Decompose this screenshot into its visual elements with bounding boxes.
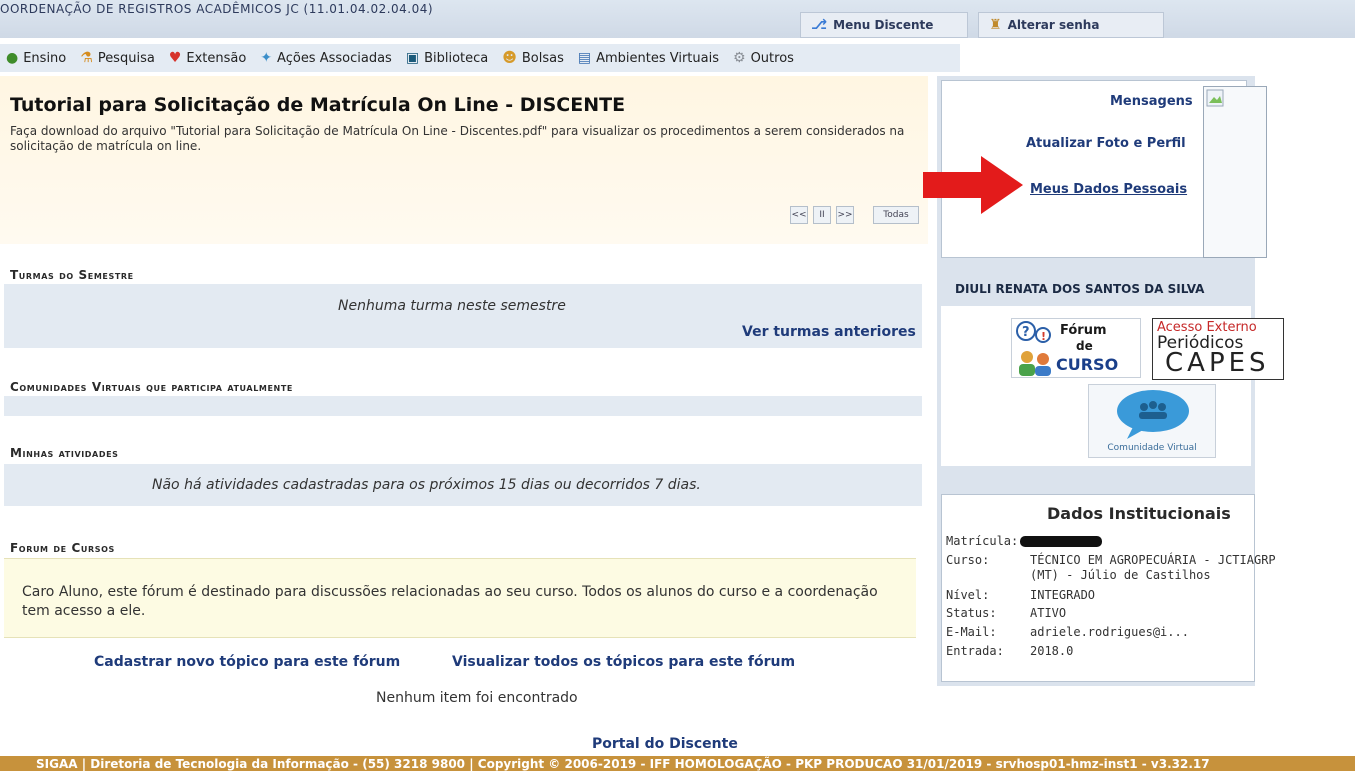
entrada-value: 2018.0 [1030,644,1074,658]
atividades-title: Minhas atividades [10,446,119,460]
atualizar-foto-link[interactable]: Atualizar Foto e Perfil [1026,136,1186,151]
curso-label: Curso: [946,553,990,567]
department-title: OORDENAÇÃO DE REGISTROS ACADÊMICOS JC (1… [0,2,434,16]
flask-icon: ⚗ [80,50,93,66]
top-bar: OORDENAÇÃO DE REGISTROS ACADÊMICOS JC (1… [0,0,1355,38]
puzzle-icon: ✦ [260,50,273,66]
library-icon: ▣ [405,50,420,66]
menu-ambientes-label: Ambientes Virtuais [596,50,719,66]
footer-text: SIGAA | Diretoria de Tecnologia da Infor… [36,757,1210,771]
curso-value-2: (MT) - Júlio de Castilhos [1030,568,1211,582]
user-key-icon: ♜ [989,17,1002,33]
visualizar-topicos-link[interactable]: Visualizar todos os tópicos para este fó… [452,654,795,670]
menu-biblioteca-label: Biblioteca [424,50,489,66]
notice-title: Tutorial para Solicitação de Matrícula O… [10,94,626,116]
alterar-senha-label: Alterar senha [1007,18,1100,32]
entrada-label: Entrada: [946,644,1004,658]
curso-value-1: TÉCNICO EM AGROPECUÁRIA - JCTIAGRP [1030,553,1276,567]
comunidade-logo-label: Comunidade Virtual [1107,443,1197,453]
email-value: adriele.rodrigues@i... [1030,625,1189,639]
menu-bolsas-label: Bolsas [521,50,564,66]
email-label: E-Mail: [946,625,997,639]
menu-ensino[interactable]: ● Ensino [6,50,66,66]
speech-bubble-icon [1117,390,1189,439]
pager-first-button[interactable]: << [790,206,808,224]
comunidades-band [4,396,922,416]
forum-text: Caro Aluno, este fórum é destinado para … [22,584,878,619]
pager-next-button[interactable]: >> [836,206,854,224]
forum-notice: Caro Aluno, este fórum é destinado para … [4,558,916,638]
menu-discente-label: Menu Discente [833,18,934,32]
network-icon: ▤ [577,50,592,66]
notice-panel: Tutorial para Solicitação de Matrícula O… [0,76,928,244]
status-label: Status: [946,606,997,620]
gear-icon: ⚙ [733,50,746,66]
user-icon: ☻ [502,50,517,66]
menu-extensao-label: Extensão [186,50,247,66]
mensagens-link[interactable]: Mensagens [1110,94,1193,109]
menu-discente-button[interactable]: ⎇ Menu Discente [800,12,968,38]
menu-bolsas[interactable]: ☻ Bolsas [502,50,564,66]
svg-text:!: ! [1041,330,1046,343]
comunidade-virtual-logo[interactable]: Comunidade Virtual [1088,384,1216,458]
pager-all-button[interactable]: Todas [873,206,919,224]
matricula-label: Matrícula: [946,534,1019,548]
nivel-value: INTEGRADO [1030,588,1096,602]
institucional-title: Dados Institucionais [1047,504,1231,523]
menu-biblioteca[interactable]: ▣ Biblioteca [406,50,488,66]
meus-dados-pessoais-link[interactable]: Meus Dados Pessoais [1030,182,1187,197]
turmas-empty: Nenhuma turma neste semestre [338,298,566,314]
atividades-empty: Não há atividades cadastradas para os pr… [152,477,701,493]
comunidades-title: Comunidades Virtuais que participa atual… [10,380,293,394]
sitemap-icon: ⎇ [811,17,828,33]
forum-logo-line1: Fórum [1060,323,1107,338]
forum-logo-line2: de [1076,339,1093,353]
book-icon: ● [6,50,19,66]
broken-image-icon [1206,89,1224,107]
matricula-redacted [1020,536,1102,547]
menu-acoes-associadas[interactable]: ✦ Ações Associadas [260,50,392,66]
profile-photo [1203,86,1267,258]
menu-outros[interactable]: ⚙ Outros [733,50,794,66]
menu-pesquisa-label: Pesquisa [97,50,155,66]
svg-text:?: ? [1022,325,1030,340]
menu-ambientes-virtuais[interactable]: ▤ Ambientes Virtuais [578,50,719,66]
status-value: ATIVO [1030,606,1067,620]
alterar-senha-button[interactable]: ♜ Alterar senha [978,12,1164,38]
forum-empty: Nenhum item foi encontrado [376,690,578,706]
turmas-title: Turmas do Semestre [10,268,134,282]
portal-do-discente-link[interactable]: Portal do Discente [592,736,738,752]
nivel-label: Nível: [946,588,990,602]
ver-turmas-anteriores-link[interactable]: Ver turmas anteriores [742,324,916,340]
forum-de-curso-logo[interactable]: ? ! Fórum de CURSO [1011,318,1141,378]
forum-title: Forum de Cursos [10,541,115,555]
menu-acoes-label: Ações Associadas [277,50,392,66]
capes-logo-line3: CAPES [1165,348,1270,378]
menu-ensino-label: Ensino [23,50,67,66]
forum-logo-line3: CURSO [1056,355,1119,374]
capes-logo[interactable]: Acesso Externo Periódicos CAPES [1152,318,1284,380]
menu-outros-label: Outros [750,50,794,66]
red-arrow-icon [923,156,1023,214]
student-name: DIULI RENATA DOS SANTOS DA SILVA [955,282,1205,296]
novo-topico-link[interactable]: Cadastrar novo tópico para este fórum [94,654,400,670]
heart-icon: ♥ [168,50,182,66]
notice-text: Faça download do arquivo "Tutorial para … [10,124,905,153]
footer: SIGAA | Diretoria de Tecnologia da Infor… [0,756,1355,771]
menu-extensao[interactable]: ♥ Extensão [169,50,247,66]
main-menu: ● Ensino ⚗ Pesquisa ♥ Extensão ✦ Ações A… [0,44,960,72]
forum-people-icon: ? ! [1016,321,1051,376]
pager-pause-button[interactable]: II [813,206,831,224]
menu-pesquisa[interactable]: ⚗ Pesquisa [80,50,155,66]
